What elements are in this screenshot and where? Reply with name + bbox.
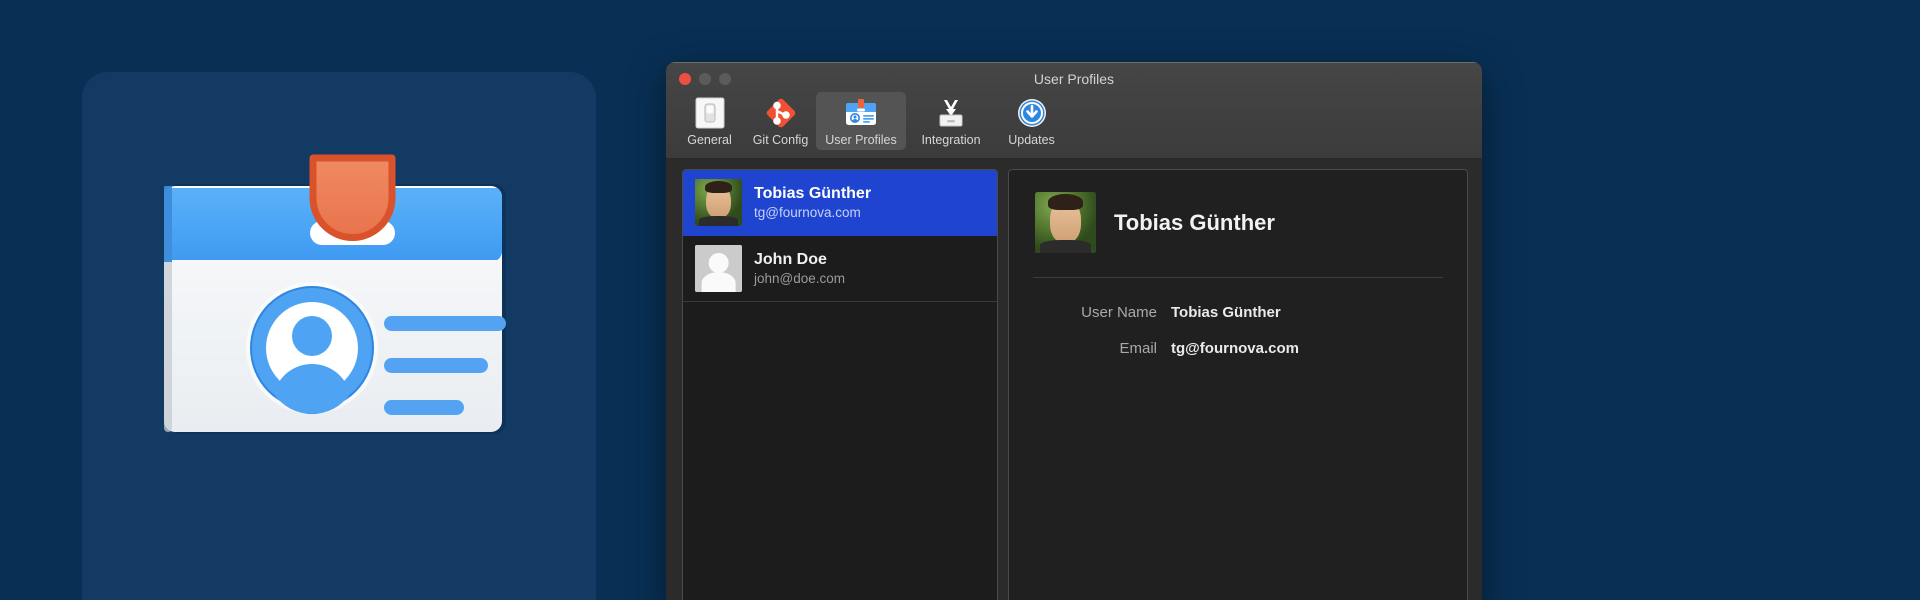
field-value-email[interactable]: tg@fournova.com: [1171, 340, 1299, 357]
id-card-line-2: [384, 358, 488, 373]
field-row-user-name: User Name Tobias Günther: [1035, 304, 1441, 321]
update-circle-icon: [1015, 96, 1049, 130]
window-titlebar: User Profiles General: [666, 62, 1482, 159]
toolbar-label-general: General: [687, 133, 731, 147]
id-card-illustration: [162, 120, 512, 440]
toolbar-label-git-config: Git Config: [753, 133, 809, 147]
avatar: [695, 245, 742, 292]
toolbar-item-updates[interactable]: Updates: [996, 92, 1067, 150]
avatar: [695, 179, 742, 226]
id-badge-icon: [844, 96, 878, 130]
user-detail-pane: Tobias Günther User Name Tobias Günther …: [1008, 169, 1468, 600]
download-tray-icon: [934, 96, 968, 130]
toolbar-item-general[interactable]: General: [674, 92, 745, 150]
list-item-email: john@doe.com: [754, 271, 845, 286]
field-label-user-name: User Name: [1035, 304, 1171, 321]
user-list[interactable]: Tobias Günther tg@fournova.com John Doe …: [682, 169, 998, 600]
toolbar-label-integration: Integration: [921, 133, 980, 147]
detail-header: Tobias Günther: [1009, 170, 1467, 277]
toolbar-item-git-config[interactable]: Git Config: [745, 92, 816, 150]
list-item-name: Tobias Günther: [754, 185, 871, 203]
id-card-line-1: [384, 316, 506, 331]
id-card-clip: [313, 158, 392, 238]
toolbar-item-integration[interactable]: Integration: [906, 92, 996, 150]
field-label-email: Email: [1035, 340, 1171, 357]
window-body: Tobias Günther tg@fournova.com John Doe …: [666, 159, 1482, 600]
detail-fields: User Name Tobias Günther Email tg@fourno…: [1009, 278, 1467, 357]
list-item-name: John Doe: [754, 251, 845, 269]
field-value-user-name[interactable]: Tobias Günther: [1171, 304, 1281, 321]
id-card-line-3: [384, 400, 464, 415]
toolbar-label-user-profiles: User Profiles: [825, 133, 897, 147]
list-item[interactable]: Tobias Günther tg@fournova.com: [683, 170, 997, 236]
git-diamond-icon: [764, 96, 798, 130]
window-title: User Profiles: [666, 71, 1482, 87]
toolbar-label-updates: Updates: [1008, 133, 1055, 147]
light-switch-icon: [693, 96, 727, 130]
preferences-toolbar: General Git Conf: [674, 92, 1067, 150]
list-item[interactable]: John Doe john@doe.com: [683, 236, 997, 302]
avatar-head: [292, 316, 332, 356]
hero-panel: [82, 72, 596, 600]
toolbar-item-user-profiles[interactable]: User Profiles: [816, 92, 906, 150]
detail-avatar: [1035, 192, 1096, 253]
list-item-email: tg@fournova.com: [754, 205, 871, 220]
field-row-email: Email tg@fournova.com: [1035, 340, 1441, 357]
settings-window: User Profiles General: [666, 62, 1482, 600]
detail-name: Tobias Günther: [1114, 210, 1275, 236]
